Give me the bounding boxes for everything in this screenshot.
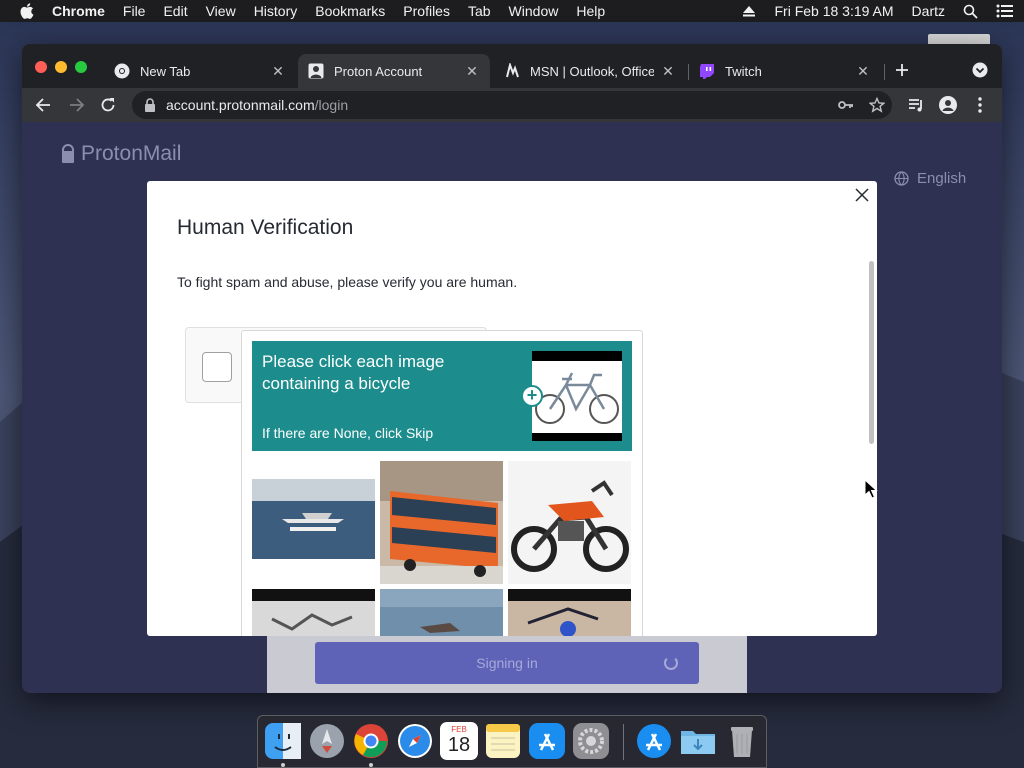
tab-new-tab[interactable]: New Tab ✕	[104, 54, 296, 88]
menu-window[interactable]: Window	[509, 3, 559, 19]
forward-arrow-icon[interactable]	[66, 95, 86, 115]
tab-close-icon[interactable]: ✕	[855, 63, 871, 79]
captcha-tile-partial-3[interactable]	[508, 589, 631, 636]
captcha-prompt: Please click each image containing a bic…	[252, 341, 632, 451]
captcha-tile-partial-2[interactable]	[380, 589, 503, 636]
tab-label: MSN | Outlook, Office, S	[530, 63, 654, 79]
menu-user[interactable]: Dartz	[912, 3, 945, 19]
human-verification-modal: Human Verification To fight spam and abu…	[147, 181, 877, 636]
running-indicator	[281, 763, 285, 767]
browser-toolbar: account.protonmail.com/login	[22, 88, 1002, 122]
lock-icon[interactable]	[144, 98, 156, 112]
captcha-tile-partial-1[interactable]	[252, 589, 375, 636]
menu-view[interactable]: View	[206, 3, 236, 19]
new-tab-plus-icon[interactable]	[894, 62, 910, 78]
menu-help[interactable]: Help	[576, 3, 605, 19]
tab-label: Twitch	[725, 63, 762, 79]
system-preferences-icon[interactable]	[572, 722, 610, 760]
media-control-icon[interactable]	[906, 95, 926, 115]
tab-separator	[884, 64, 885, 80]
calendar-month: FEB	[451, 725, 467, 734]
captcha-challenge-panel: Please click each image containing a bic…	[241, 330, 643, 636]
hcaptcha-checkbox[interactable]	[202, 352, 232, 382]
safari-icon[interactable]	[396, 722, 434, 760]
window-zoom-button[interactable]	[75, 61, 87, 73]
chrome-icon	[114, 63, 130, 79]
finder-icon[interactable]	[264, 722, 302, 760]
tab-label: Proton Account	[334, 63, 423, 79]
profile-avatar-icon[interactable]	[938, 95, 958, 115]
proton-shield-icon	[62, 144, 74, 163]
dock-separator	[623, 724, 624, 760]
plus-icon[interactable]: +	[521, 385, 543, 407]
modal-description: To fight spam and abuse, please verify y…	[177, 274, 518, 290]
downloads-folder-icon[interactable]	[679, 722, 717, 760]
msn-icon	[506, 63, 519, 78]
notes-icon[interactable]	[484, 722, 522, 760]
signing-in-label: Signing in	[476, 655, 538, 671]
app-store-download-icon[interactable]	[635, 722, 673, 760]
captcha-tile-motorcycle[interactable]	[508, 461, 631, 584]
language-label: English	[917, 170, 967, 187]
password-key-icon[interactable]	[838, 98, 854, 112]
app-store-icon[interactable]	[528, 722, 566, 760]
captcha-prompt-text: Please click each image containing a bic…	[262, 352, 445, 393]
menu-edit[interactable]: Edit	[163, 3, 187, 19]
tab-close-icon[interactable]: ✕	[270, 63, 286, 79]
chrome-icon[interactable]	[352, 722, 390, 760]
captcha-tile-bus[interactable]	[380, 461, 503, 584]
chrome-menu-kebab-icon[interactable]	[970, 95, 990, 115]
menu-app-name[interactable]: Chrome	[52, 3, 105, 19]
window-close-button[interactable]	[35, 61, 47, 73]
macos-menu-bar: Chrome File Edit View History Bookmarks …	[0, 0, 1024, 22]
logo-text: ProtonMail	[81, 142, 182, 165]
eject-icon[interactable]	[742, 5, 756, 17]
menu-tab[interactable]: Tab	[468, 3, 491, 19]
back-arrow-icon[interactable]	[34, 95, 54, 115]
mouse-cursor-icon	[864, 479, 878, 499]
url-path: /login	[314, 97, 349, 113]
menu-clock[interactable]: Fri Feb 18 3:19 AM	[774, 3, 893, 19]
menu-file[interactable]: File	[123, 3, 146, 19]
close-icon[interactable]	[853, 186, 871, 204]
desktop-window-sliver	[928, 34, 990, 44]
tab-proton-account[interactable]: Proton Account ✕	[298, 54, 490, 88]
tab-search-chevron-icon[interactable]	[972, 62, 988, 78]
window-minimize-button[interactable]	[55, 61, 67, 73]
address-bar[interactable]: account.protonmail.com/login	[132, 91, 892, 119]
reload-icon[interactable]	[98, 95, 118, 115]
menu-profiles[interactable]: Profiles	[403, 3, 450, 19]
launchpad-icon[interactable]	[308, 722, 346, 760]
globe-icon	[894, 171, 909, 186]
protonmail-logo: ProtonMail	[60, 142, 181, 166]
tab-close-icon[interactable]: ✕	[464, 63, 480, 79]
bookmark-star-icon[interactable]	[869, 97, 885, 113]
apple-menu-icon[interactable]	[20, 3, 34, 19]
spotlight-search-icon[interactable]	[963, 4, 978, 19]
modal-title: Human Verification	[177, 216, 354, 239]
captcha-tile-seaplane[interactable]	[252, 461, 375, 584]
tab-close-icon[interactable]: ✕	[660, 63, 676, 79]
menu-bookmarks[interactable]: Bookmarks	[315, 3, 385, 19]
menu-history[interactable]: History	[254, 3, 298, 19]
tab-strip: New Tab ✕ Proton Account ✕ MSN | Outlook…	[22, 44, 1002, 88]
trash-icon[interactable]	[723, 722, 761, 760]
calendar-day: 18	[447, 734, 471, 756]
calendar-icon[interactable]: FEB 18	[440, 722, 478, 760]
captcha-subprompt: If there are None, click Skip	[262, 425, 434, 441]
modal-scrollbar[interactable]	[869, 261, 874, 444]
control-center-icon[interactable]	[996, 4, 1014, 18]
bicycle-example-image	[532, 351, 622, 441]
signing-in-button[interactable]: Signing in	[315, 642, 699, 684]
loading-spinner-icon	[664, 656, 678, 670]
language-selector[interactable]: English	[894, 170, 966, 187]
macos-dock: FEB 18	[257, 715, 767, 768]
tab-label: New Tab	[140, 63, 191, 79]
tab-msn[interactable]: MSN | Outlook, Office, S ✕	[494, 54, 686, 88]
url-host: account.protonmail.com	[166, 97, 315, 113]
twitch-icon	[700, 64, 714, 79]
running-indicator	[369, 763, 373, 767]
account-icon	[308, 63, 324, 79]
tab-twitch[interactable]: Twitch ✕	[689, 54, 881, 88]
